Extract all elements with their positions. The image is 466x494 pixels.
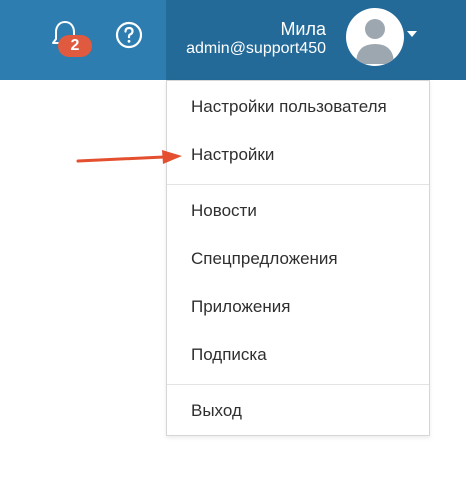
user-name[interactable]: Мила xyxy=(280,19,326,39)
menu-divider xyxy=(167,184,429,185)
user-avatar-icon[interactable] xyxy=(346,8,404,66)
menu-item-news[interactable]: Новости xyxy=(167,187,429,235)
caret-down-icon[interactable] xyxy=(407,31,417,37)
top-header: 2 Мила admin@support450 xyxy=(0,0,466,80)
menu-item-applications[interactable]: Приложения xyxy=(167,283,429,331)
menu-item-special-offers[interactable]: Спецпредложения xyxy=(167,235,429,283)
question-circle-icon[interactable] xyxy=(114,20,144,50)
notification-count-badge[interactable]: 2 xyxy=(58,35,92,57)
user-email[interactable]: admin@support450 xyxy=(186,40,326,58)
menu-item-settings[interactable]: Настройки xyxy=(167,131,429,179)
menu-item-logout[interactable]: Выход xyxy=(167,387,429,435)
user-dropdown-menu: Настройки пользователя Настройки Новости… xyxy=(166,80,430,436)
menu-divider xyxy=(167,384,429,385)
arrow-right-icon xyxy=(76,150,182,164)
menu-item-user-settings[interactable]: Настройки пользователя xyxy=(167,83,429,131)
menu-item-subscription[interactable]: Подписка xyxy=(167,331,429,379)
